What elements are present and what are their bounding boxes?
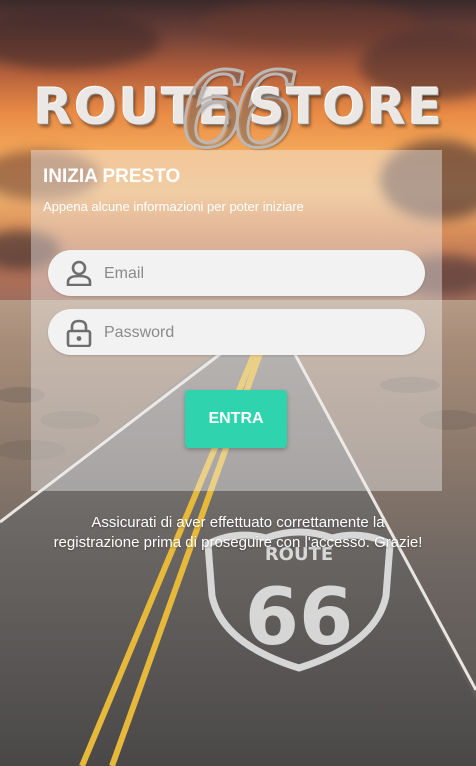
lock-icon [66, 319, 92, 348]
email-field[interactable] [48, 250, 425, 298]
email-input[interactable] [102, 250, 406, 298]
entra-button[interactable]: ENTRA [185, 390, 287, 448]
card-subtitle: Appena alcune informazioni per poter ini… [43, 199, 304, 214]
route66-store-logo: ROUTE 66 STORE [30, 57, 446, 164]
card-title: INIZIA PRESTO [43, 166, 181, 187]
note-line-1: Assicurati di aver effettuato correttame… [91, 514, 385, 531]
registration-note: Assicurati di aver effettuato correttame… [10, 513, 466, 553]
shield-number: 66 [245, 573, 354, 663]
password-field[interactable] [48, 309, 425, 357]
person-icon [66, 260, 92, 287]
password-input[interactable] [102, 309, 406, 357]
login-card: INIZIA PRESTO Appena alcune informazioni… [31, 150, 442, 491]
note-line-2: registrazione prima di proseguire con l'… [53, 534, 423, 551]
logo-right-text: STORE [248, 78, 444, 136]
